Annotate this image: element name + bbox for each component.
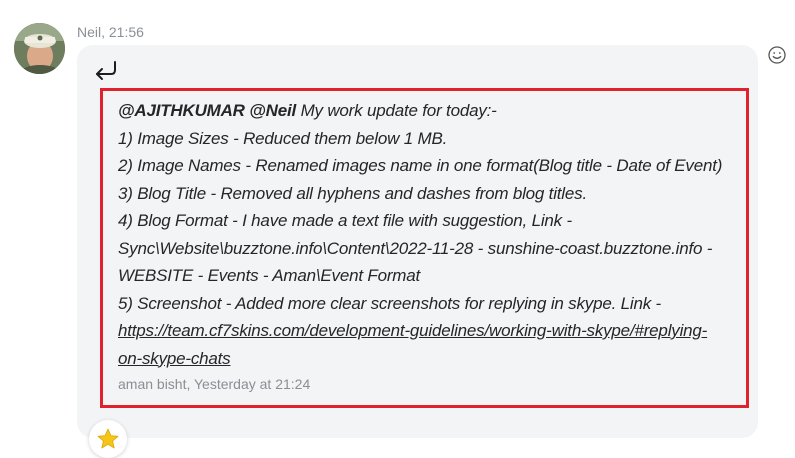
quoted-message-text: @AJITHKUMAR @Neil My work update for tod… — [118, 97, 740, 372]
quote-line: 5) Screenshot - Added more clear screens… — [118, 293, 661, 313]
star-icon — [97, 428, 119, 449]
smiley-icon[interactable] — [767, 45, 787, 65]
guideline-link[interactable]: https://team.cf7skins.com/development-gu… — [118, 317, 740, 345]
quote-line: 4) Blog Format - I have made a text file… — [118, 211, 572, 230]
quote-first-line: @AJITHKUMAR @Neil My work update for tod… — [118, 97, 740, 125]
guideline-link-continued[interactable]: on-skype-chats — [118, 345, 740, 373]
quote-line: 2) Image Names - Renamed images name in … — [118, 156, 723, 175]
quote-attribution: aman bisht, Yesterday at 21:24 — [118, 376, 311, 392]
quote-line: 3) Blog Title - Removed all hyphens and … — [118, 183, 587, 203]
quote-intro: My work update for today:- — [296, 101, 497, 120]
star-reaction-button[interactable] — [89, 420, 127, 458]
quote-line: 1) Image Sizes - Reduced them below 1 MB… — [118, 128, 448, 148]
mentions[interactable]: @AJITHKUMAR @Neil — [118, 101, 296, 120]
message-sender-time: Neil, 21:56 — [77, 24, 144, 40]
quote-line: Sync\Website\buzztone.info\Content\2022-… — [118, 238, 713, 258]
quote-line: WEBSITE - Events - Aman\Event Format — [118, 266, 421, 285]
quoted-message[interactable]: @AJITHKUMAR @Neil My work update for tod… — [100, 88, 749, 408]
reply-arrow-icon[interactable] — [93, 58, 119, 82]
sender-avatar[interactable] — [14, 23, 65, 74]
